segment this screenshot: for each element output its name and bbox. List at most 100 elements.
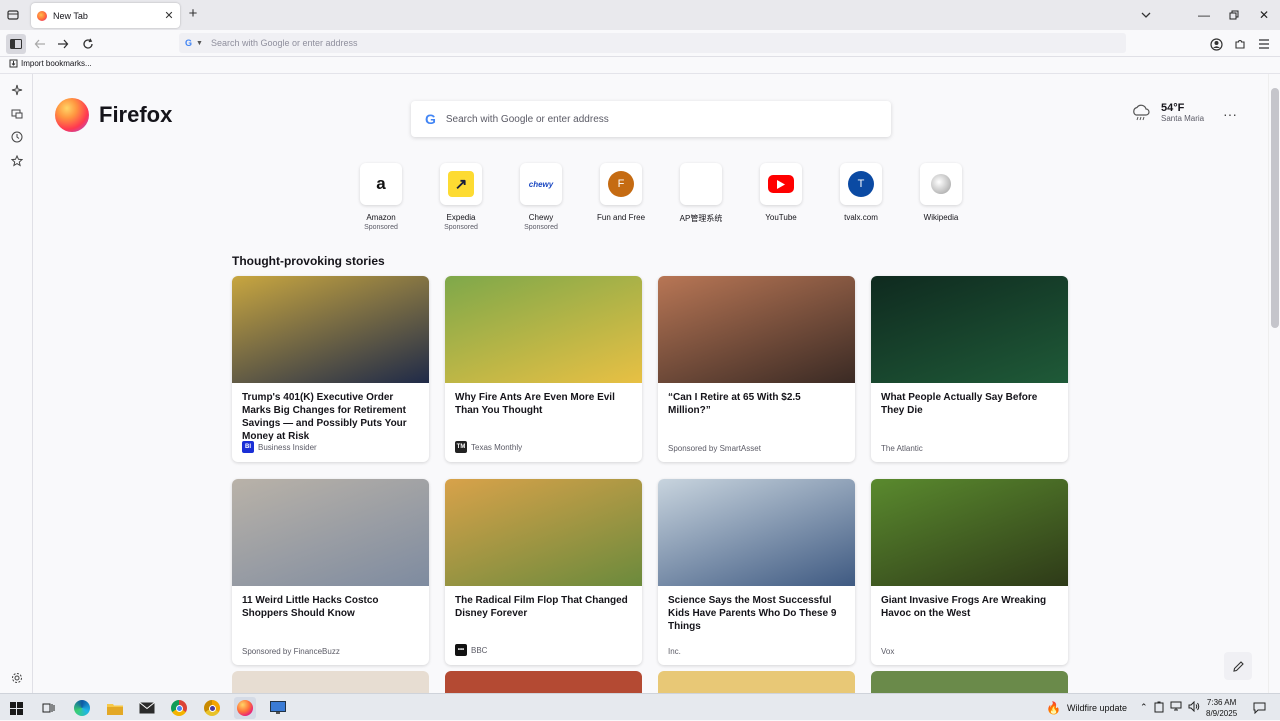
- amazon-icon: a: [376, 174, 386, 193]
- account-icon[interactable]: [1206, 34, 1226, 54]
- top-site-tvalx[interactable]: T tvalx.com: [831, 163, 891, 222]
- tab-new-tab[interactable]: New Tab ✕: [31, 3, 180, 28]
- import-bookmarks-link[interactable]: Import bookmarks...: [9, 59, 92, 68]
- story-source: Vox: [881, 647, 894, 656]
- story-headline: “Can I Retire at 65 With $2.5 Million?”: [668, 392, 801, 416]
- address-bar-placeholder: Search with Google or enter address: [210, 38, 358, 48]
- new-tab-page: Firefox G Search with Google or enter ad…: [34, 74, 1268, 693]
- reload-icon[interactable]: [78, 34, 98, 54]
- top-site-chewy[interactable]: chewy Chewy Sponsored: [511, 163, 571, 231]
- story-source: The Atlantic: [881, 444, 923, 453]
- address-bar[interactable]: G ▼ Search with Google or enter address: [179, 33, 1126, 53]
- top-site-expedia[interactable]: ↗ Expedia Sponsored: [431, 163, 491, 231]
- weather-temperature: 54°F: [1161, 102, 1185, 114]
- story-thumbnail: [871, 479, 1068, 586]
- story-thumbnail: [232, 276, 429, 383]
- close-window-icon[interactable]: ✕: [1252, 4, 1276, 26]
- story-source-label: BBC: [471, 645, 488, 655]
- story-card[interactable]: Trump's 401(K) Executive Order Marks Big…: [232, 276, 429, 462]
- chrome-canary-icon[interactable]: [201, 697, 223, 719]
- task-view-icon[interactable]: [37, 697, 59, 719]
- letter-t-icon: T: [848, 171, 874, 197]
- story-card[interactable]: “Can I Retire at 65 With $2.5 Million?” S…: [658, 276, 855, 462]
- search-engine-chevron-icon[interactable]: ▼: [196, 40, 203, 47]
- story-source: TM Texas Monthly: [455, 441, 522, 453]
- app-menu-hamburger-icon[interactable]: [1254, 34, 1274, 54]
- weather-city: Santa Maria: [1161, 114, 1205, 123]
- top-site-youtube[interactable]: YouTube: [751, 163, 811, 222]
- new-tab-plus-icon[interactable]: +: [186, 6, 200, 21]
- story-card-partial[interactable]: [232, 671, 429, 693]
- network-icon[interactable]: [1170, 701, 1182, 714]
- story-card[interactable]: Giant Invasive Frogs Are Wreaking Havoc …: [871, 479, 1068, 665]
- file-explorer-icon[interactable]: [104, 697, 126, 719]
- chewy-icon: chewy: [528, 179, 554, 189]
- forward-arrow-icon[interactable]: [53, 34, 73, 54]
- bookmarks-star-icon[interactable]: [9, 153, 25, 169]
- windows-taskbar: 🔥 Wildfire update ⌃ 7:36 AM 8/9/2025: [0, 693, 1280, 720]
- windows-start-icon[interactable]: [5, 697, 27, 719]
- show-hidden-icons-chevron-icon[interactable]: ⌃: [1140, 702, 1148, 713]
- top-site-fun-and-free[interactable]: F Fun and Free: [591, 163, 651, 222]
- story-source: Inc.: [668, 647, 681, 656]
- sidebar-settings-gear-icon[interactable]: [9, 670, 25, 686]
- sidebar-toggle-icon[interactable]: [6, 34, 26, 54]
- story-card-partial[interactable]: [658, 671, 855, 693]
- clock[interactable]: 7:36 AM 8/9/2025: [1206, 694, 1237, 721]
- firefox-view-icon[interactable]: [4, 6, 22, 24]
- weather-widget[interactable]: 54°F Santa Maria ···: [1131, 102, 1237, 123]
- story-card[interactable]: Why Fire Ants Are Even More Evil Than Yo…: [445, 276, 642, 462]
- story-source-label: Business Insider: [258, 442, 317, 452]
- customize-pencil-icon[interactable]: [1224, 652, 1252, 680]
- story-source: BI Business Insider: [242, 441, 317, 453]
- newtab-search-box[interactable]: G Search with Google or enter address: [411, 101, 891, 137]
- sidebar: [0, 74, 33, 693]
- remote-desktop-icon[interactable]: [267, 697, 289, 719]
- firefox-logo: Firefox: [55, 98, 172, 132]
- volume-speaker-icon[interactable]: [1188, 700, 1200, 714]
- chrome-icon[interactable]: [168, 697, 190, 719]
- newtab-search-placeholder: Search with Google or enter address: [445, 113, 609, 125]
- wildfire-news-widget[interactable]: 🔥 Wildfire update: [1046, 694, 1127, 721]
- google-search-engine-icon[interactable]: G: [185, 38, 192, 48]
- story-headline: 11 Weird Little Hacks Costco Shoppers Sh…: [242, 595, 379, 619]
- battery-icon[interactable]: [1154, 701, 1164, 715]
- history-clock-icon[interactable]: [9, 129, 25, 145]
- story-card-partial[interactable]: [445, 671, 642, 693]
- firefox-wordmark: Firefox: [99, 102, 173, 127]
- story-card[interactable]: 11 Weird Little Hacks Costco Shoppers Sh…: [232, 479, 429, 665]
- top-site-ap-system[interactable]: AP管理系统: [671, 163, 731, 224]
- firefox-taskbar-icon[interactable]: [234, 697, 256, 719]
- close-tab-icon[interactable]: ✕: [162, 9, 176, 23]
- extensions-puzzle-icon[interactable]: [1230, 34, 1250, 54]
- youtube-icon: [768, 175, 794, 193]
- restore-window-icon[interactable]: [1222, 4, 1246, 26]
- top-site-wikipedia[interactable]: Wikipedia: [911, 163, 971, 222]
- edge-browser-icon[interactable]: [71, 697, 93, 719]
- back-arrow-icon[interactable]: [30, 34, 50, 54]
- story-source-label: The Atlantic: [881, 444, 923, 453]
- story-source: Sponsored by FinanceBuzz: [242, 647, 340, 656]
- synced-tabs-icon[interactable]: [9, 106, 25, 122]
- weather-more-options-icon[interactable]: ···: [1223, 106, 1237, 122]
- story-headline: Science Says the Most Successful Kids Ha…: [668, 595, 837, 632]
- list-all-tabs-chevron-icon[interactable]: [1140, 8, 1154, 22]
- publisher-logo-icon: BI: [242, 441, 254, 453]
- minimize-window-icon[interactable]: —: [1192, 4, 1216, 26]
- story-source: ••• BBC: [455, 644, 487, 656]
- story-source-label: Vox: [881, 647, 895, 656]
- system-tray: ⌃: [1140, 694, 1200, 721]
- notifications-icon[interactable]: [1248, 697, 1270, 719]
- clock-date: 8/9/2025: [1206, 708, 1238, 718]
- story-card[interactable]: The Radical Film Flop That Changed Disne…: [445, 479, 642, 665]
- mail-icon[interactable]: [136, 697, 158, 719]
- scrollbar-thumb[interactable]: [1271, 88, 1279, 328]
- stories-section-title: Thought-provoking stories: [232, 254, 385, 268]
- ai-chatbot-sparkle-icon[interactable]: [9, 82, 25, 98]
- page-scrollbar[interactable]: [1268, 74, 1280, 693]
- story-card[interactable]: What People Actually Say Before They Die…: [871, 276, 1068, 462]
- top-site-amazon[interactable]: a Amazon Sponsored: [351, 163, 411, 231]
- story-thumbnail: [871, 276, 1068, 383]
- story-card[interactable]: Science Says the Most Successful Kids Ha…: [658, 479, 855, 665]
- story-card-partial[interactable]: [871, 671, 1068, 693]
